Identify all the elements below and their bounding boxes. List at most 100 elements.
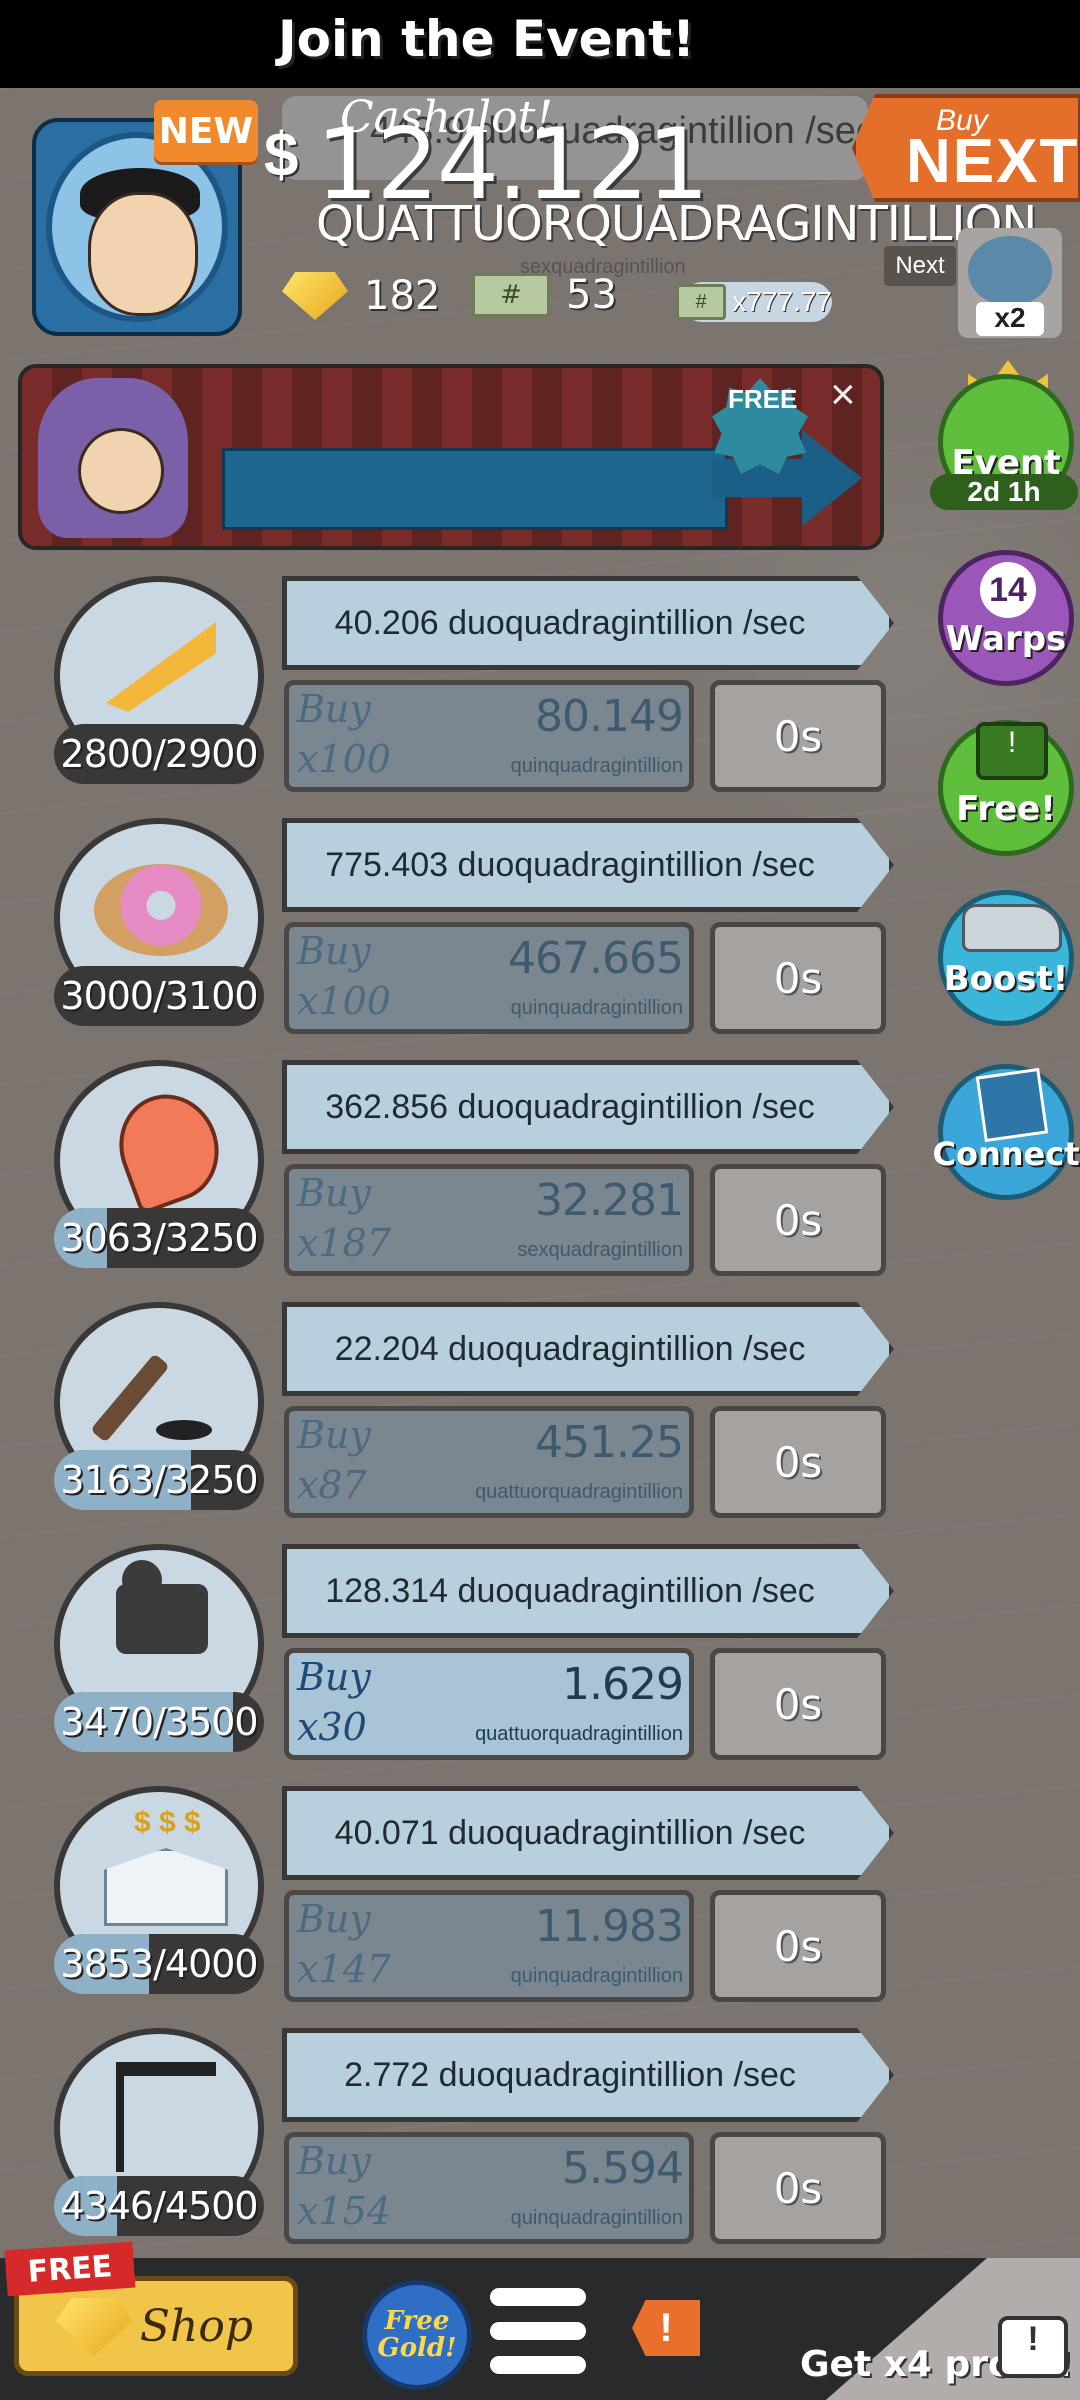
oil-rig-icon [116,2062,216,2172]
buy-price-unit: quinquadragintillion [510,755,683,777]
buy-price-unit: quinquadragintillion [510,2207,683,2229]
buy-price: 5.594 [562,2143,684,2194]
new-badge: NEW [154,100,258,162]
profit-rate-bar[interactable]: 40.206 duoquadragintillion /sec [282,576,894,670]
free-gold-label: FREE [728,384,798,414]
buy-label: Buy [297,1897,371,1941]
warps-count: 14 [980,562,1036,618]
buy-button[interactable]: Buy x30 1.629 quattuorquadragintillion [284,1648,694,1760]
business-row-shrimp: 3063/3250 362.856 duoquadragintillion /s… [0,1060,900,1296]
owned-progress: 3063/3250 [54,1208,264,1268]
buy-price: 80.149 [535,691,684,742]
owned-count: 2800/2900 [60,732,258,776]
hamburger-line [490,2288,586,2306]
cycle-timer: 0s [710,2132,886,2244]
buy-price: 451.25 [535,1417,684,1468]
buy-button[interactable]: Buy x154 5.594 quinquadragintillion [284,2132,694,2244]
profit-rate-bar[interactable]: 362.856 duoquadragintillion /sec [282,1060,894,1154]
shrimp-icon [104,1080,234,1216]
event-subtitle-bar [222,448,728,530]
buy-button[interactable]: Buy x100 80.149 quinquadragintillion [284,680,694,792]
alert-icon[interactable]: ! [632,2300,700,2356]
buy-price: 467.665 [508,933,684,984]
buy-button[interactable]: Buy x100 467.665 quinquadragintillion [284,922,694,1034]
business-row-pizza: 2800/2900 40.206 duoquadragintillion /se… [0,576,900,812]
buy-quantity: x187 [297,1221,391,1265]
money-sign: $ [264,121,299,190]
multiplier-value: x777.77 [732,286,832,317]
owned-count: 3063/3250 [60,1216,258,1260]
business-row-bank: $ $ $ 3853/4000 40.071 duoquadragintilli… [0,1786,900,2022]
next-tag: Next [884,246,956,286]
buy-price: 1.629 [562,1659,684,1710]
owned-count: 3470/3500 [60,1700,258,1744]
profit-rate-bar[interactable]: 22.204 duoquadragintillion /sec [282,1302,894,1396]
business-row-donut: 3000/3100 775.403 duoquadragintillion /s… [0,818,900,1054]
owned-progress: 2800/2900 [54,724,264,784]
buy-price-unit: quinquadragintillion [510,997,683,1019]
buy-label: Buy [297,929,371,973]
buy-quantity: x30 [297,1705,367,1749]
gold-count: 182 [364,273,441,319]
buy-label: Buy [297,687,371,731]
cycle-timer: 0s [710,1890,886,2002]
event-timer: 2d 1h [930,474,1078,510]
gold-bar-icon [282,272,348,320]
owned-count: 4346/4500 [60,2184,258,2228]
puck-icon [156,1420,212,1440]
profit-rate-bar[interactable]: 128.314 duoquadragintillion /sec [282,1544,894,1638]
hamburger-line [490,2322,586,2340]
buy-price: 32.281 [535,1175,684,1226]
owned-count: 3853/4000 [60,1942,258,1986]
buy-label: Buy [297,1413,371,1457]
buy-quantity: x100 [297,979,391,1023]
megabucks-counter[interactable]: # 53 [472,272,617,318]
shop-label: Shop [139,2300,253,2352]
free-gold-button[interactable]: Free Gold! [362,2280,472,2390]
business-row-oil: 4346/4500 2.772 duoquadragintillion /sec… [0,2028,900,2264]
profit-rate-bar[interactable]: 40.071 duoquadragintillion /sec [282,1786,894,1880]
buy-quantity: x147 [297,1947,391,1991]
cycle-timer: 0s [710,1648,886,1760]
car-icon [962,904,1062,952]
owned-progress: 3000/3100 [54,966,264,1026]
buy-button[interactable]: Buy x187 32.281 sexquadragintillion [284,1164,694,1276]
buy-quantity: x154 [297,2189,391,2233]
menu-button[interactable] [490,2288,586,2380]
tv-icon: ! [976,722,1048,780]
profit-rate-bar[interactable]: 2.772 duoquadragintillion /sec [282,2028,894,2122]
business-row-hockey: 3163/3250 22.204 duoquadragintillion /se… [0,1302,900,1538]
buy-label: Buy [297,1655,371,1699]
free-button-label: Free! [956,789,1056,829]
movie-camera-icon [116,1584,208,1654]
owned-progress: 4346/4500 [54,2176,264,2236]
cycle-timer: 0s [710,922,886,1034]
gold-counter[interactable]: 182 [282,272,440,320]
owned-progress: 3853/4000 [54,1934,264,1994]
buy-quantity: x87 [297,1463,367,1507]
close-icon[interactable]: × [830,370,856,420]
oil-rig-icon [968,236,1052,306]
face [88,192,198,316]
megabucks-icon: # [472,273,550,317]
buy-price-unit: quattuorquadragintillion [475,1481,683,1503]
buy-next-label: NEXT [906,127,1080,196]
free-gold-label: Free Gold! [377,2305,457,2363]
event-subtitle: Cashalot! [340,92,553,143]
business-row-movie: 3470/3500 128.314 duoquadragintillion /s… [0,1544,900,1780]
profit-rate-bar[interactable]: 775.403 duoquadragintillion /sec [282,818,894,912]
donut-icon [94,864,228,956]
tv-icon: ! [998,2316,1068,2378]
next-upgrade-button[interactable]: x2 [958,228,1062,338]
boost-button-label: Boost! [943,959,1069,999]
cycle-timer: 0s [710,1164,886,1276]
free-ribbon: FREE [4,2241,136,2297]
buy-button[interactable]: Buy x87 451.25 quattuorquadragintillion [284,1406,694,1518]
buy-next-button[interactable]: Buy NEXT [852,94,1080,202]
pizza-icon [106,622,216,712]
money-unit: QUATTUORQUADRAGINTILLION [316,196,1037,252]
buy-price-unit: quinquadragintillion [510,1965,683,1987]
event-title: Join the Event! [278,10,695,68]
cycle-timer: 0s [710,1406,886,1518]
buy-button[interactable]: Buy x147 11.983 quinquadragintillion [284,1890,694,2002]
